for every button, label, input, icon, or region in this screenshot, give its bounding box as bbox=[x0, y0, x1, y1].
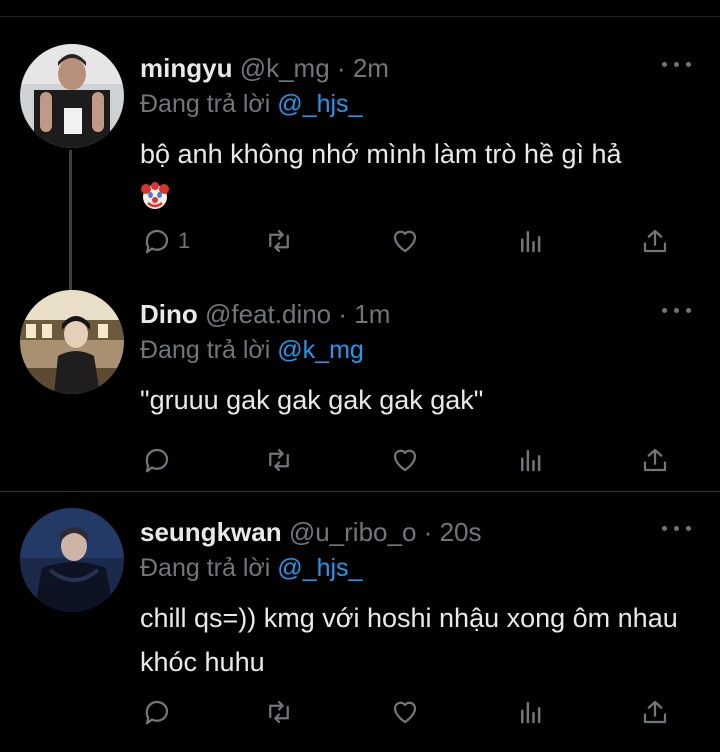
user-handle[interactable]: @k_mg bbox=[240, 53, 330, 83]
retweet-icon bbox=[269, 448, 289, 472]
reply-count: 1 bbox=[178, 228, 191, 253]
reply-button[interactable] bbox=[142, 695, 172, 729]
display-name[interactable]: mingyu bbox=[140, 53, 232, 83]
analytics-icon bbox=[521, 450, 541, 472]
tweet-divider bbox=[0, 491, 720, 492]
replying-prefix: Đang trả lời bbox=[140, 336, 271, 364]
heart-icon bbox=[393, 230, 417, 253]
share-icon bbox=[643, 700, 667, 724]
tweet-text: chill qs=)) kmg với hoshi nhậu xong ôm n… bbox=[140, 603, 678, 677]
retweet-icon bbox=[269, 700, 289, 724]
reply-button[interactable] bbox=[142, 443, 172, 477]
share-button[interactable] bbox=[640, 224, 670, 258]
analytics-icon bbox=[521, 702, 541, 724]
timestamp[interactable]: 2m bbox=[353, 53, 389, 83]
tweet-header: mingyu @k_mg · 2m bbox=[140, 50, 700, 86]
replying-prefix: Đang trả lời bbox=[140, 90, 271, 118]
retweet-icon bbox=[269, 229, 289, 253]
separator-dot: · bbox=[336, 53, 346, 83]
avatar[interactable] bbox=[20, 44, 124, 148]
replying-to-mention[interactable]: @_hjs_ bbox=[277, 90, 362, 118]
avatar[interactable] bbox=[20, 508, 124, 612]
user-handle[interactable]: @feat.dino bbox=[205, 299, 331, 329]
retweet-button[interactable] bbox=[264, 443, 294, 477]
top-border bbox=[0, 16, 720, 17]
tweet-header: Dino @feat.dino · 1m bbox=[140, 296, 700, 332]
reply-button[interactable]: 1 bbox=[142, 224, 190, 258]
replying-to: Đang trả lời @_hjs_ bbox=[140, 550, 700, 586]
heart-icon bbox=[393, 449, 417, 472]
like-button[interactable] bbox=[390, 443, 420, 477]
timestamp[interactable]: 1m bbox=[354, 299, 390, 329]
more-options-icon[interactable] bbox=[662, 306, 692, 316]
replying-prefix: Đang trả lời bbox=[140, 554, 271, 582]
clown-face-icon bbox=[140, 180, 170, 210]
share-icon bbox=[643, 448, 667, 472]
reply-icon bbox=[145, 448, 169, 473]
like-button[interactable] bbox=[390, 695, 420, 729]
reply-icon bbox=[145, 229, 169, 254]
reply-icon bbox=[145, 700, 169, 725]
heart-icon bbox=[393, 701, 417, 724]
retweet-button[interactable] bbox=[264, 224, 294, 258]
share-button[interactable] bbox=[640, 443, 670, 477]
display-name[interactable]: Dino bbox=[140, 299, 198, 329]
tweet-text: "gruuu gak gak gak gak gak" bbox=[140, 385, 484, 415]
separator-dot: · bbox=[423, 517, 433, 547]
display-name[interactable]: seungkwan bbox=[140, 517, 282, 547]
timestamp[interactable]: 20s bbox=[440, 517, 482, 547]
tweet-actions bbox=[140, 695, 680, 729]
replying-to: Đang trả lời @_hjs_ bbox=[140, 86, 700, 122]
views-button[interactable] bbox=[516, 224, 546, 258]
tweet-text: bộ anh không nhớ mình làm trò hề gì hả bbox=[140, 132, 700, 220]
tweet-actions: 1 bbox=[140, 224, 680, 258]
replying-to-mention[interactable]: @_hjs_ bbox=[277, 554, 362, 582]
user-handle[interactable]: @u_ribo_o bbox=[289, 517, 417, 547]
more-options-icon[interactable] bbox=[662, 60, 692, 70]
retweet-button[interactable] bbox=[264, 695, 294, 729]
tweet-header: seungkwan @u_ribo_o · 20s bbox=[140, 514, 700, 550]
views-button[interactable] bbox=[516, 695, 546, 729]
replying-to: Đang trả lời @k_mg bbox=[140, 332, 700, 368]
share-icon bbox=[643, 229, 667, 253]
avatar[interactable] bbox=[20, 290, 124, 394]
more-options-icon[interactable] bbox=[662, 524, 692, 534]
like-button[interactable] bbox=[390, 224, 420, 258]
replying-to-mention[interactable]: @k_mg bbox=[277, 336, 364, 364]
thread-connector-line bbox=[69, 150, 72, 290]
tweet-text-body: bộ anh không nhớ mình làm trò hề gì hả bbox=[140, 139, 622, 169]
tweet-actions bbox=[140, 443, 680, 477]
views-button[interactable] bbox=[516, 443, 546, 477]
share-button[interactable] bbox=[640, 695, 670, 729]
analytics-icon bbox=[521, 231, 541, 253]
separator-dot: · bbox=[338, 299, 348, 329]
